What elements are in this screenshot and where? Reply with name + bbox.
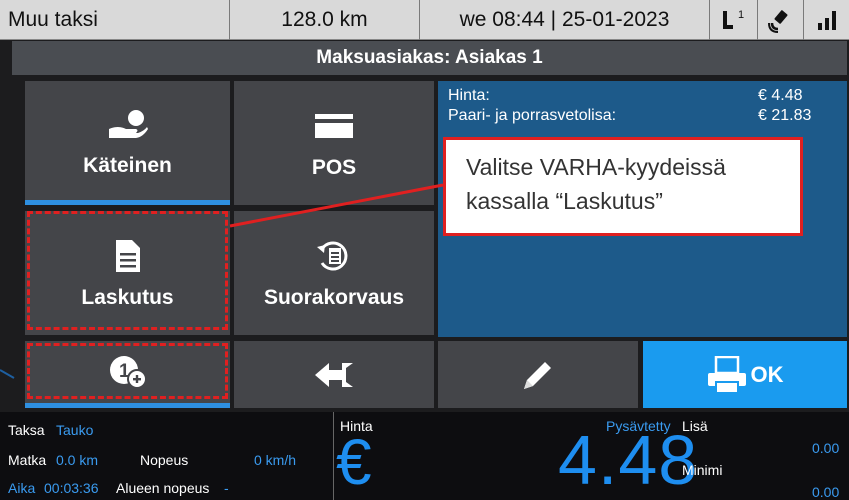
gps-satellite-icon: [758, 0, 804, 40]
direct-compensation-button[interactable]: Suorakorvaus: [234, 211, 434, 335]
meter-divider: [333, 412, 334, 500]
minimum-value: 0.00: [812, 484, 840, 500]
cash-label: Käteinen: [83, 153, 172, 177]
nav-superscript: 1: [738, 9, 744, 21]
euro-symbol: €: [336, 426, 372, 498]
instruction-callout: Valitse VARHA-kyydeissä kassalla “Laskut…: [443, 137, 803, 236]
trip-label: Matka: [8, 452, 47, 468]
ok-label: OK: [750, 361, 784, 387]
direct-compensation-label: Suorakorvaus: [263, 286, 405, 309]
pos-payment-button[interactable]: POS: [234, 81, 434, 205]
extra-value: 0.00: [812, 440, 840, 456]
meter-strip: Taksa Tauko Matka 0.0 km Nopeus 0 km/h A…: [0, 412, 849, 500]
area-speed-value: -: [224, 480, 229, 496]
refund-document-icon: [316, 236, 352, 276]
extra-label: Lisä: [682, 418, 708, 434]
split-fare-button[interactable]: [234, 341, 434, 408]
speed-value: 0 km/h: [254, 452, 297, 468]
pencil-icon: [520, 355, 556, 395]
signal-icon: [804, 0, 849, 40]
datetime-readout: we 08:44 | 25-01-2023: [420, 0, 710, 40]
price-value: € 4.48: [758, 87, 803, 104]
callout-line-1: Valitse VARHA-kyydeissä: [466, 154, 726, 180]
callout-line-2: kassalla “Laskutus”: [466, 188, 663, 214]
surcharge-label: Paari- ja porrasvetolisa:: [448, 107, 617, 124]
ok-print-button[interactable]: OK: [643, 341, 847, 408]
printer-icon: [707, 355, 747, 395]
tariff-label: Taksa: [8, 422, 45, 438]
edit-button[interactable]: [438, 341, 638, 408]
tariff-value: Tauko: [56, 422, 94, 438]
speed-label: Nopeus: [140, 452, 189, 468]
taximeter-screen: Muu taksi 128.0 km we 08:44 | 25-01-2023…: [0, 0, 849, 412]
fixed-label: Pysävtetty: [606, 418, 671, 434]
status-bar: Muu taksi 128.0 km we 08:44 | 25-01-2023…: [0, 0, 849, 40]
price-label: Hinta:: [448, 87, 490, 104]
surcharge-value: € 21.83: [758, 107, 812, 124]
invoice-highlight-box: [27, 211, 228, 330]
customer-title: Maksuasiakas: Asiakas 1: [12, 41, 847, 75]
add-customer-highlight-box: [27, 343, 228, 399]
cash-payment-button[interactable]: Käteinen: [25, 81, 230, 205]
pos-label: POS: [311, 156, 357, 179]
time-value: 00:03:36: [44, 480, 99, 496]
time-label: Aika: [8, 480, 36, 496]
minimum-label: Minimi: [682, 462, 723, 478]
distance-readout: 128.0 km: [230, 0, 420, 40]
operator-label: Muu taksi: [0, 0, 230, 40]
merge-arrows-icon: [314, 355, 354, 395]
price-row: Hinta: € 4.48: [448, 87, 837, 107]
trip-value: 0.0 km: [56, 452, 99, 468]
card-icon: [314, 106, 354, 146]
area-speed-label: Alueen nopeus: [116, 480, 210, 496]
navigation-icon[interactable]: 1: [710, 0, 758, 40]
hand-coin-icon: [106, 104, 150, 144]
price-row: Paari- ja porrasvetolisa: € 21.83: [448, 107, 837, 127]
